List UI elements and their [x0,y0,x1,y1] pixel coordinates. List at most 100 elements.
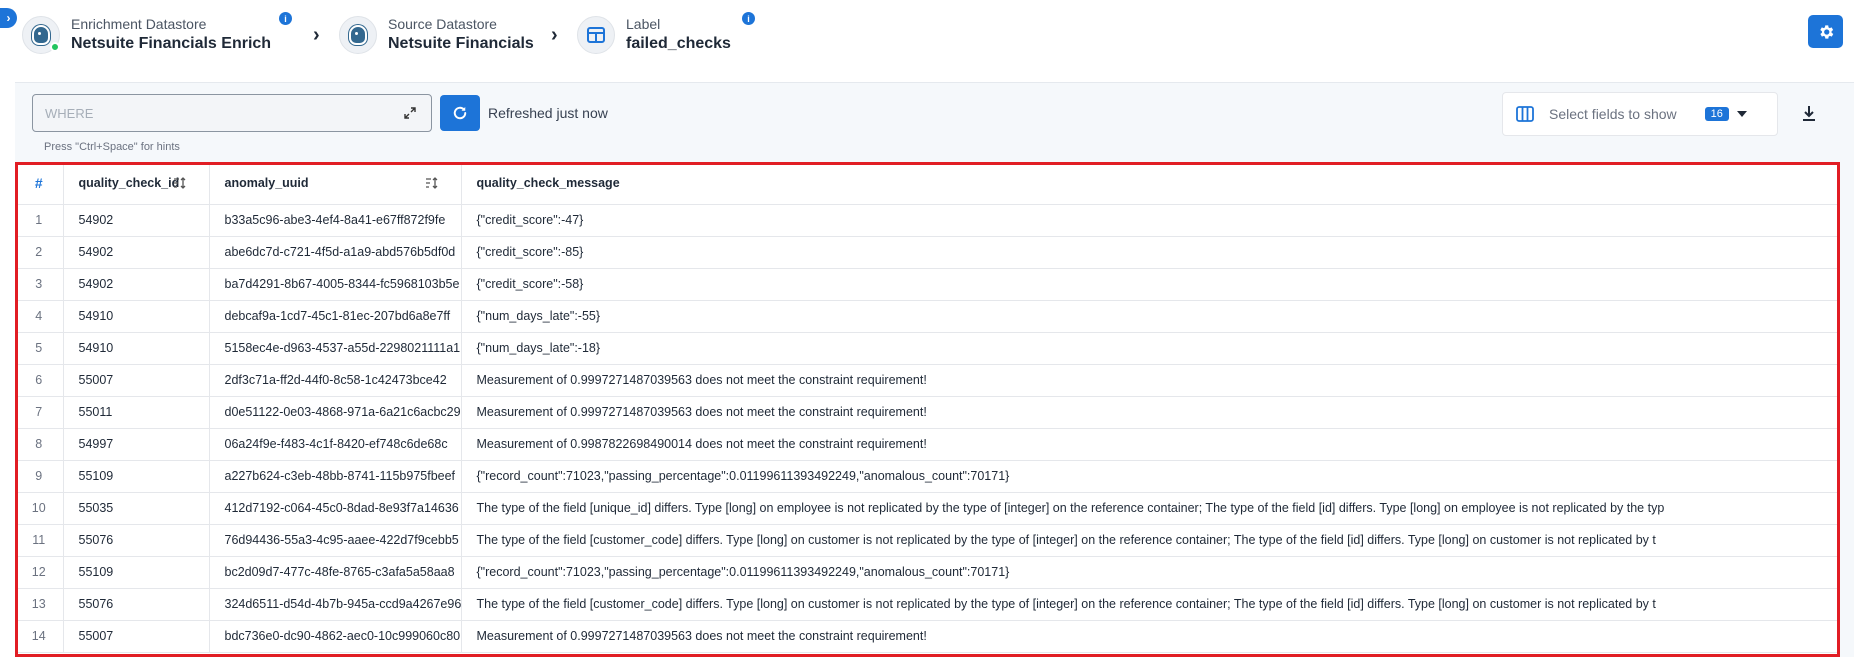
chevron-down-icon [1736,111,1747,117]
quality-check-id-cell: 54902 [63,268,210,301]
quality-check-message-cell: Measurement of 0.9997271487039563 does n… [461,364,1840,397]
table-row[interactable]: 9 55109 a227b624-c3eb-48bb-8741-115b975fbe… [15,460,1840,493]
row-index-cell: 5 [15,332,64,365]
table-header-row: # quality_check_id anomaly_uuid quality_… [15,162,1840,205]
column-header-quality-check-message[interactable]: quality_check_message [461,162,1840,205]
table-row[interactable]: 13 55076 324d6511-d54d-4b7b-945a-ccd9a4267… [15,588,1840,621]
column-header-label: anomaly_uuid [224,175,309,190]
row-index-cell: 6 [15,364,64,397]
table-row[interactable]: 3 54902 ba7d4291-8b67-4005-8344-fc5968103b… [15,268,1840,301]
row-index-cell: 9 [15,460,64,493]
anomaly-uuid-cell: 76d94436-55a3-4c95-aaee-422d7f9cebb5 [209,524,462,557]
row-index-cell: 12 [15,556,64,589]
quality-check-message-cell: {"num_days_late":-55} [461,300,1840,333]
fields-count-badge: 16 [1704,107,1729,121]
breadcrumb-main-label: failed_checks [626,35,731,52]
sort-icon[interactable] [173,176,187,190]
table-row[interactable]: 6 55007 2df3c71a-ff2d-44f0-8c58-1c42473bce… [15,364,1840,397]
postgres-icon [22,16,60,54]
quality-check-id-cell: 55035 [63,492,210,525]
table-row[interactable]: 14 55007 bdc736e0-dc90-4862-aec0-10c999060… [15,620,1840,653]
row-index-cell: 8 [15,428,64,461]
breadcrumb-label[interactable]: Label failed_checks [577,10,731,60]
breadcrumb-main-label: Netsuite Financials Enrich [71,35,272,52]
postgres-icon [339,16,377,54]
column-header-label: quality_check_message [476,175,620,190]
quality-check-message-cell: {"record_count":71023,"passing_percentag… [461,556,1840,589]
quality-check-id-cell: 54997 [63,428,210,461]
select-fields-label: Select fields to show [1549,106,1677,122]
quality-check-message-cell: Measurement of 0.9997271487039563 does n… [461,620,1840,653]
column-header-anomaly-uuid[interactable]: anomaly_uuid [209,162,462,205]
anomaly-uuid-cell: bc2d09d7-477c-48fe-8765-c3afa5a58aa8 [209,556,462,589]
sort-icon[interactable] [425,176,439,190]
results-table: # quality_check_id anomaly_uuid quality_… [15,162,1840,653]
quality-check-id-cell: 55007 [63,620,210,653]
anomaly-uuid-cell: 324d6511-d54d-4b7b-945a-ccd9a4267e96 [209,588,462,621]
quality-check-id-cell: 54902 [63,204,210,237]
columns-icon [1516,106,1534,122]
info-icon[interactable]: i [742,12,755,25]
table-row[interactable]: 8 54997 06a24f9e-f483-4c1f-8420-ef748c6de6… [15,428,1840,461]
quality-check-message-cell: Measurement of 0.9997271487039563 does n… [461,396,1840,429]
chevron-right-icon: › [313,24,320,46]
row-index-cell: 4 [15,300,64,333]
breadcrumb-sub-label: Source Datastore [388,16,497,32]
anomaly-uuid-cell: d0e51122-0e03-4868-971a-6a21c6acbc29 [209,396,462,429]
select-fields-dropdown[interactable]: Select fields to show 16 [1502,92,1778,136]
settings-button[interactable] [1808,15,1843,48]
quality-check-message-cell: {"credit_score":-85} [461,236,1840,269]
quality-check-message-cell: {"credit_score":-58} [461,268,1840,301]
gear-icon [1819,24,1833,39]
table-row[interactable]: 7 55011 d0e51122-0e03-4868-971a-6a21c6acbc… [15,396,1840,429]
quality-check-message-cell: The type of the field [unique_id] differ… [461,492,1840,525]
quality-check-id-cell: 55076 [63,524,210,557]
quality-check-message-cell: Measurement of 0.9987822698490014 does n… [461,428,1840,461]
table-row[interactable]: 2 54902 abe6dc7d-c721-4f5d-a1a9-abd576b5df… [15,236,1840,269]
quality-check-id-cell: 55007 [63,364,210,397]
refresh-button[interactable] [440,95,480,131]
sidebar-toggle-icon[interactable]: › [0,8,17,28]
row-index-cell: 7 [15,396,64,429]
table-row[interactable]: 4 54910 debcaf9a-1cd7-45c1-81ec-207bd6a8e7… [15,300,1840,333]
where-placeholder: WHERE [45,105,94,121]
results-table-container[interactable]: # quality_check_id anomaly_uuid quality_… [15,162,1840,657]
row-index-cell: 14 [15,620,64,653]
anomaly-uuid-cell: 2df3c71a-ff2d-44f0-8c58-1c42473bce42 [209,364,462,397]
anomaly-uuid-cell: ba7d4291-8b67-4005-8344-fc5968103b5e [209,268,462,301]
anomaly-uuid-cell: abe6dc7d-c721-4f5d-a1a9-abd576b5df0d [209,236,462,269]
table-row[interactable]: 11 55076 76d94436-55a3-4c95-aaee-422d7f9ce… [15,524,1840,557]
row-index-cell: 1 [15,204,64,237]
where-filter-input[interactable]: WHERE [32,94,432,132]
breadcrumb-enrichment-datastore[interactable]: Enrichment Datastore Netsuite Financials… [22,10,271,60]
anomaly-uuid-cell: b33a5c96-abe3-4ef4-8a41-e67ff872f9fe [209,204,462,237]
anomaly-uuid-cell: bdc736e0-dc90-4862-aec0-10c999060c80 [209,620,462,653]
info-icon[interactable]: i [279,12,292,25]
quality-check-id-cell: 55109 [63,460,210,493]
quality-check-id-cell: 54902 [63,236,210,269]
table-row[interactable]: 5 54910 5158ec4e-d963-4537-a55d-2298021111… [15,332,1840,365]
table-icon [577,16,615,54]
breadcrumb-main-label: Netsuite Financials [388,35,534,52]
quality-check-id-cell: 54910 [63,300,210,333]
download-icon[interactable] [1801,104,1817,122]
breadcrumb-source-datastore[interactable]: Source Datastore Netsuite Financials [339,10,534,60]
top-bar: › Enrichment Datastore Netsuite Financia… [0,0,1854,70]
row-index-cell: 10 [15,492,64,525]
column-header-quality-check-id[interactable]: quality_check_id [63,162,210,205]
quality-check-id-cell: 55011 [63,396,210,429]
row-index-cell: 3 [15,268,64,301]
expand-icon[interactable] [403,106,417,120]
quality-check-message-cell: The type of the field [customer_code] di… [461,588,1840,621]
row-index-cell: 11 [15,524,64,557]
breadcrumb-sub-label: Enrichment Datastore [71,16,207,32]
anomaly-uuid-cell: a227b624-c3eb-48bb-8741-115b975fbeef [209,460,462,493]
table-row[interactable]: 12 55109 bc2d09d7-477c-48fe-8765-c3afa5a58… [15,556,1840,589]
anomaly-uuid-cell: 412d7192-c064-45c0-8dad-8e93f7a14636 [209,492,462,525]
table-row[interactable]: 10 55035 412d7192-c064-45c0-8dad-8e93f7a14… [15,492,1840,525]
anomaly-uuid-cell: 5158ec4e-d963-4537-a55d-2298021111a1 [209,332,462,365]
hint-text: Press "Ctrl+Space" for hints [44,141,180,153]
chevron-right-icon: › [551,24,558,46]
table-row[interactable]: 1 54902 b33a5c96-abe3-4ef4-8a41-e67ff872f9… [15,204,1840,237]
quality-check-id-cell: 55076 [63,588,210,621]
